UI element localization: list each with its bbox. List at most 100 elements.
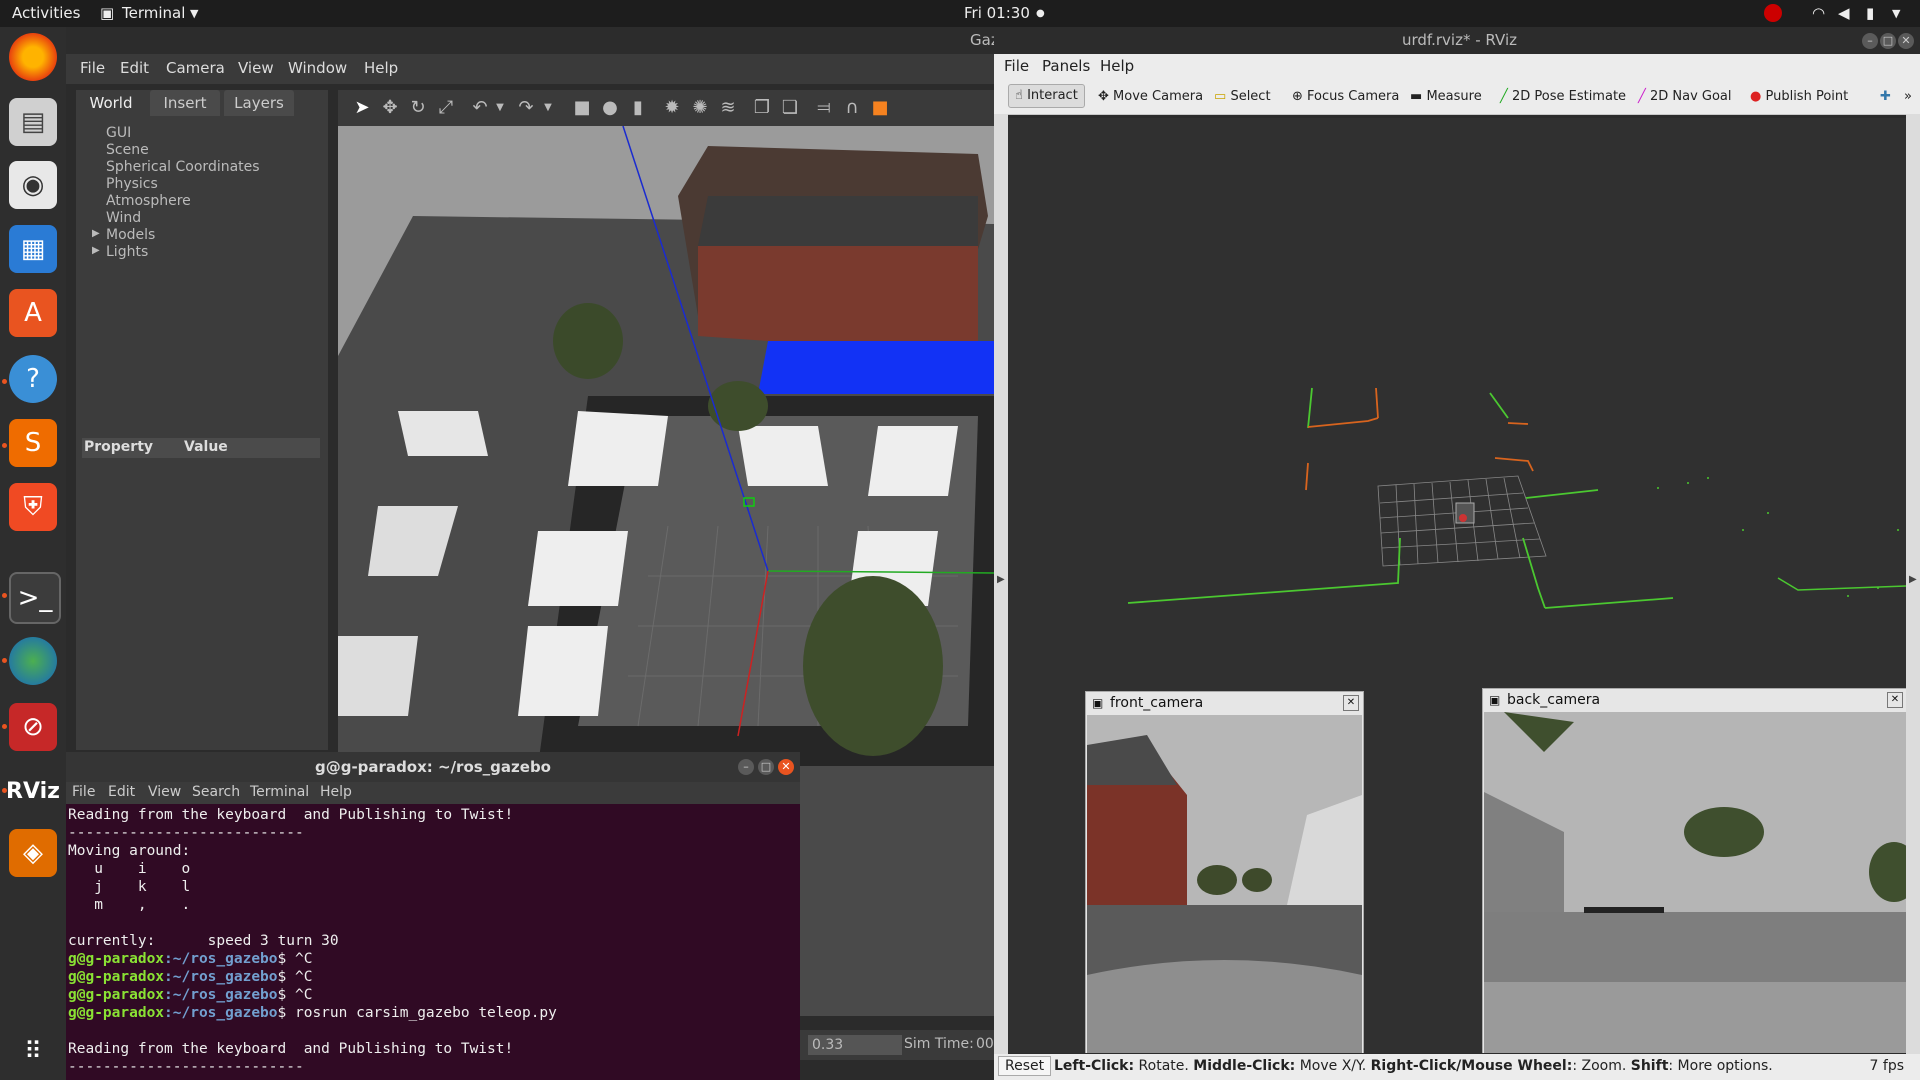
rviz-menu-file[interactable]: File [1004,57,1029,75]
amazon-icon[interactable]: ◈ [9,829,57,877]
translate-mode-icon[interactable]: ✥ [378,96,402,120]
help-icon[interactable]: ? [9,355,57,403]
maximize-icon[interactable]: □ [758,759,774,775]
brave-icon[interactable]: ⛨ [9,483,57,531]
rviz-icon[interactable]: RViz [6,767,60,815]
move-camera-tool[interactable]: ✥ Move Camera [1098,86,1203,108]
measure-tool[interactable]: ▬ Measure [1410,86,1482,108]
sphere-shape-icon[interactable]: ● [598,96,622,120]
minimize-icon[interactable]: – [1862,33,1878,49]
sim-time-value: 00 [976,1036,994,1052]
box-shape-icon[interactable]: ■ [570,96,594,120]
activities-button[interactable]: Activities [12,4,80,22]
expand-arrow-icon[interactable]: ▶ [92,228,100,239]
directional-light-icon[interactable]: ≋ [716,96,740,120]
sublime-icon[interactable]: S [9,419,57,467]
scale-mode-icon[interactable]: ⤢ [434,96,458,120]
menu-file[interactable]: File [80,59,105,77]
rhythmbox-icon[interactable]: ◉ [9,161,57,209]
select-mode-icon[interactable]: ➤ [350,96,374,120]
record-icon[interactable] [1764,4,1782,22]
software-icon[interactable]: A [9,289,57,337]
gazebo-app-icon[interactable]: ⊘ [9,703,57,751]
menu-view[interactable]: View [238,59,274,77]
close-icon[interactable]: ✕ [1343,695,1359,711]
copy-icon[interactable]: ❐ [750,96,774,120]
maximize-icon[interactable]: □ [1880,33,1896,49]
volume-icon[interactable]: ◀ [1838,4,1850,22]
chevron-down-icon[interactable]: ▼ [488,96,512,120]
terminal-window[interactable]: g@g-paradox: ~/ros_gazebo – □ ✕ File Edi… [66,752,800,1080]
front-camera-panel[interactable]: ▣ front_camera ✕ [1085,691,1364,1053]
change-view-icon[interactable]: ■ [868,96,892,120]
publish-point-tool[interactable]: ● Publish Point [1750,86,1848,108]
interact-tool[interactable]: ☝ Interact [1008,84,1085,108]
rviz-3d-view[interactable]: ▣ front_camera ✕ ▣ back_camera ✕ [1008,118,1906,1053]
tab-world[interactable]: World [76,90,146,116]
overflow-icon[interactable]: » [1904,86,1912,108]
redo-icon[interactable]: ↷ [514,96,538,120]
reset-button[interactable]: Reset [998,1056,1052,1076]
files-icon[interactable]: ▤ [9,98,57,146]
add-tool-icon[interactable]: ✚ [1880,86,1891,108]
tree-item-atmosphere[interactable]: Atmosphere [106,193,191,209]
minimize-icon[interactable]: – [738,759,754,775]
menu-edit[interactable]: Edit [120,59,149,77]
left-dock-toggle[interactable]: ▶ [994,114,1008,1054]
tree-item-physics[interactable]: Physics [106,176,158,192]
terminal-output[interactable]: Reading from the keyboard and Publishing… [68,806,798,1080]
rotate-mode-icon[interactable]: ↻ [406,96,430,120]
close-icon[interactable]: ✕ [778,759,794,775]
tree-item-lights[interactable]: Lights [106,244,148,260]
term-menu-terminal[interactable]: Terminal [250,784,309,800]
writer-icon[interactable]: ▦ [9,225,57,273]
snap-icon[interactable]: ∩ [840,96,864,120]
clock[interactable]: Fri 01:30 [964,4,1030,22]
menu-window[interactable]: Window [288,59,347,77]
apps-grid-icon[interactable]: ⠿ [9,1027,57,1075]
tab-insert[interactable]: Insert [150,90,220,116]
right-dock-toggle[interactable]: ▶ [1906,114,1920,1054]
terminal-titlebar[interactable]: g@g-paradox: ~/ros_gazebo [66,752,800,782]
close-icon[interactable]: ✕ [1887,692,1903,708]
menu-help[interactable]: Help [364,59,398,77]
expand-arrow-icon[interactable]: ▶ [92,245,100,256]
hint-zoom: : Zoom. [1572,1058,1631,1074]
term-menu-view[interactable]: View [148,784,181,800]
term-menu-search[interactable]: Search [192,784,240,800]
focus-camera-tool[interactable]: ⊕ Focus Camera [1292,86,1399,108]
tree-item-spherical-coordinates[interactable]: Spherical Coordinates [106,159,260,175]
wifi-icon[interactable]: ◠ [1812,4,1825,22]
battery-icon[interactable]: ▮ [1866,4,1874,22]
app-menu-button[interactable]: Terminal [122,4,185,22]
tree-item-scene[interactable]: Scene [106,142,149,158]
select-tool[interactable]: ▭ Select [1214,86,1271,108]
menu-camera[interactable]: Camera [166,59,225,77]
tree-item-gui[interactable]: GUI [106,125,131,141]
term-menu-file[interactable]: File [72,784,95,800]
point-light-icon[interactable]: ✹ [660,96,684,120]
rviz-menu-panels[interactable]: Panels [1042,57,1090,75]
terminal-icon[interactable]: >_ [9,572,61,624]
globe-icon[interactable] [9,637,57,685]
system-menu-icon[interactable]: ▼ [1892,7,1900,20]
spot-light-icon[interactable]: ✺ [688,96,712,120]
pose-estimate-tool[interactable]: ╱ 2D Pose Estimate [1500,86,1626,108]
close-icon[interactable]: ✕ [1898,33,1914,49]
back-camera-title: back_camera [1507,692,1601,708]
term-menu-help[interactable]: Help [320,784,352,800]
tree-item-wind[interactable]: Wind [106,210,141,226]
back-camera-panel[interactable]: ▣ back_camera ✕ [1482,688,1906,1053]
tab-layers[interactable]: Layers [224,90,294,116]
paste-icon[interactable]: ❏ [778,96,802,120]
align-icon[interactable]: ⫤ [812,96,836,120]
cylinder-shape-icon[interactable]: ▮ [626,96,650,120]
property-column: Property [84,439,154,455]
chevron-down-icon[interactable]: ▼ [536,96,560,120]
nav-goal-tool[interactable]: ╱ 2D Nav Goal [1638,86,1732,108]
rviz-menu-help[interactable]: Help [1100,57,1134,75]
firefox-icon[interactable] [9,33,57,81]
measure-label: Measure [1426,89,1482,104]
tree-item-models[interactable]: Models [106,227,155,243]
term-menu-edit[interactable]: Edit [108,784,135,800]
